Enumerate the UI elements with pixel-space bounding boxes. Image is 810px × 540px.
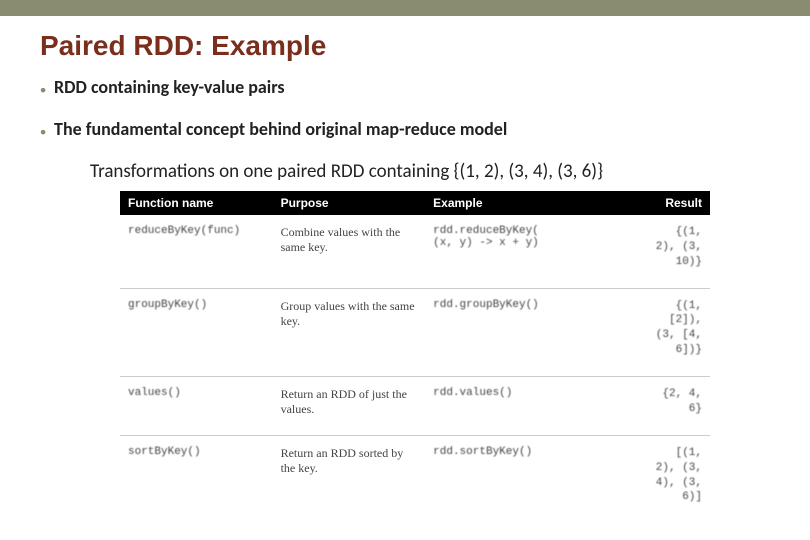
cell-fn: values() bbox=[120, 376, 273, 435]
cell-fn: groupByKey() bbox=[120, 288, 273, 376]
cell-result: [(1,2), (3,4), (3,6)] bbox=[618, 435, 710, 523]
table-header-row: Function name Purpose Example Result bbox=[120, 191, 710, 215]
cell-example: rdd.groupByKey() bbox=[425, 288, 618, 376]
bullet-dot-icon: ● bbox=[40, 125, 46, 138]
table-row: groupByKey() Group values with the same … bbox=[120, 288, 710, 376]
slide-top-bar bbox=[0, 0, 810, 16]
cell-purpose: Group values with the same key. bbox=[273, 288, 426, 376]
table-header-purpose: Purpose bbox=[273, 191, 426, 215]
table-header-fn: Function name bbox=[120, 191, 273, 215]
transformations-table-wrap: Function name Purpose Example Result red… bbox=[120, 191, 710, 523]
cell-fn: sortByKey() bbox=[120, 435, 273, 523]
cell-result: {2, 4,6} bbox=[618, 376, 710, 435]
transformations-table: Function name Purpose Example Result red… bbox=[120, 191, 710, 523]
slide-content: Paired RDD: Example ● RDD containing key… bbox=[0, 16, 810, 523]
table-caption: Transformations on one paired RDD contai… bbox=[90, 160, 770, 183]
cell-purpose: Combine values with the same key. bbox=[273, 215, 426, 288]
slide-title: Paired RDD: Example bbox=[40, 30, 770, 62]
bullet-text: RDD containing key-value pairs bbox=[54, 76, 285, 98]
cell-example: rdd.values() bbox=[425, 376, 618, 435]
table-header-result: Result bbox=[618, 191, 710, 215]
cell-result: {(1,[2]),(3, [4,6])} bbox=[618, 288, 710, 376]
cell-fn: reduceByKey(func) bbox=[120, 215, 273, 288]
table-row: values() Return an RDD of just the value… bbox=[120, 376, 710, 435]
cell-result: {(1,2), (3,10)} bbox=[618, 215, 710, 288]
cell-example: rdd.sortByKey() bbox=[425, 435, 618, 523]
table-row: reduceByKey(func) Combine values with th… bbox=[120, 215, 710, 288]
cell-purpose: Return an RDD of just the values. bbox=[273, 376, 426, 435]
bullet-text: The fundamental concept behind original … bbox=[54, 118, 507, 140]
cell-example: rdd.reduceByKey((x, y) -> x + y) bbox=[425, 215, 618, 288]
cell-purpose: Return an RDD sorted by the key. bbox=[273, 435, 426, 523]
bullet-item: ● RDD containing key-value pairs bbox=[40, 76, 770, 98]
table-row: sortByKey() Return an RDD sorted by the … bbox=[120, 435, 710, 523]
bullet-item: ● The fundamental concept behind origina… bbox=[40, 118, 770, 140]
table-header-example: Example bbox=[425, 191, 618, 215]
bullet-dot-icon: ● bbox=[40, 83, 46, 96]
